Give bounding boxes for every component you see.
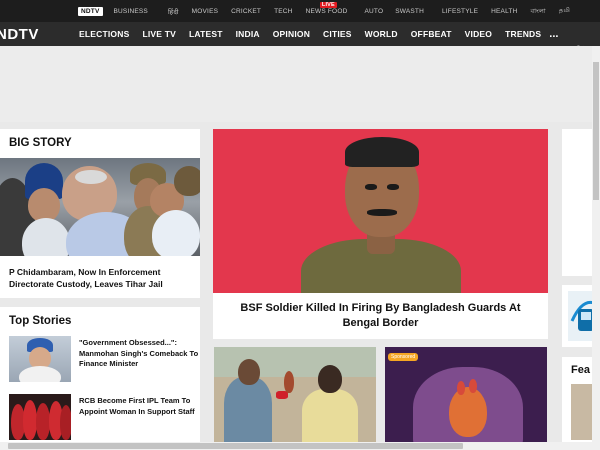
top-link-13[interactable]: தமி [559,7,570,15]
nav-item-opinion[interactable]: OPINION [273,29,310,39]
nav-item-offbeat[interactable]: OFFBEAT [411,29,452,39]
sponsored-badge: Sponsored [388,353,419,361]
nav-item-live-tv[interactable]: LIVE TV [142,29,176,39]
hero-story-image[interactable] [213,129,548,293]
ad-space [0,46,600,122]
top-link-7[interactable]: FOOD LIVE [319,1,348,15]
top-story-thumbnail[interactable] [9,394,71,440]
top-link-3[interactable]: MOVIES [192,8,218,15]
nav-item-world[interactable]: WORLD [365,29,398,39]
top-link-4[interactable]: CRICKET [231,8,261,15]
hero-story-card[interactable]: BSF Soldier Killed In Firing By Banglade… [213,129,548,339]
top-stories-heading: Top Stories [9,315,72,327]
nav-item-latest[interactable]: LATEST [189,29,223,39]
nav-item-elections[interactable]: ELECTIONS [79,29,129,39]
feature-thumbnail[interactable] [571,384,592,440]
hero-story-caption[interactable]: BSF Soldier Killed In Firing By Banglade… [223,301,538,330]
top-link-1[interactable]: BUSINESS [114,8,148,15]
top-story-item[interactable]: RCB Become First IPL Team To Appoint Wom… [9,394,199,440]
nav-item-trends[interactable]: TRENDS [505,29,541,39]
story-thumbnail-interview[interactable] [214,347,376,443]
top-story-headline[interactable]: RCB Become First IPL Team To Appoint Wom… [79,396,201,417]
big-story-caption[interactable]: P Chidambaram, Now In Enforcement Direct… [9,266,194,290]
horizontal-scrollbar[interactable] [0,442,600,450]
feature-heading: Fea [571,364,590,376]
nav-item-india[interactable]: INDIA [236,29,260,39]
live-badge: LIVE [319,1,337,8]
big-story-card[interactable]: BIG STORY P Chidambaram, Now In Enforcem… [0,129,200,298]
top-link-11[interactable]: HEALTH [491,8,517,15]
big-story-heading: BIG STORY [9,137,72,149]
big-story-image[interactable] [0,158,200,256]
story-thumbnail-heart[interactable]: Sponsored [385,347,547,443]
top-utility-bar: NDTV BUSINESS हिंदी MOVIES CRICKET TECH NEWS FO… [0,0,600,22]
nav-item-video[interactable]: VIDEO [465,29,492,39]
top-link-6[interactable]: NEWS [306,8,326,15]
top-story-item[interactable]: "Government Obsessed...": Manmohan Singh… [9,336,199,382]
top-link-12[interactable]: বাংলা [530,6,545,17]
ndtv-logo[interactable]: NDTV [0,26,39,43]
top-story-thumbnail[interactable] [9,336,71,382]
top-link-2[interactable]: हिंदी [168,7,179,16]
main-nav-links: ELECTIONS LIVE TV LATEST INDIA OPINION CITIES… [79,22,558,46]
horizontal-scrollbar-thumb[interactable] [8,443,463,449]
more-menu-button[interactable]: ... [549,28,558,40]
top-utility-links: NDTV BUSINESS हिंदी MOVIES CRICKET TECH NEWS FO… [78,0,570,22]
vertical-scrollbar-thumb[interactable] [593,62,599,200]
top-link-10[interactable]: LIFESTYLE [442,8,478,15]
nav-item-cities[interactable]: CITIES [323,29,352,39]
top-stories-card: Top Stories "Government Obsessed...": Ma… [0,307,200,442]
top-link-8[interactable]: AUTO [364,8,383,15]
top-link-5[interactable]: TECH [274,8,293,15]
top-link-0[interactable]: NDTV [78,6,103,16]
main-navbar: NDTV ELECTIONS LIVE TV LATEST INDIA OPINION C… [0,22,600,61]
top-story-headline[interactable]: "Government Obsessed...": Manmohan Singh… [79,338,201,370]
top-link-9[interactable]: SWASTH [395,8,424,15]
